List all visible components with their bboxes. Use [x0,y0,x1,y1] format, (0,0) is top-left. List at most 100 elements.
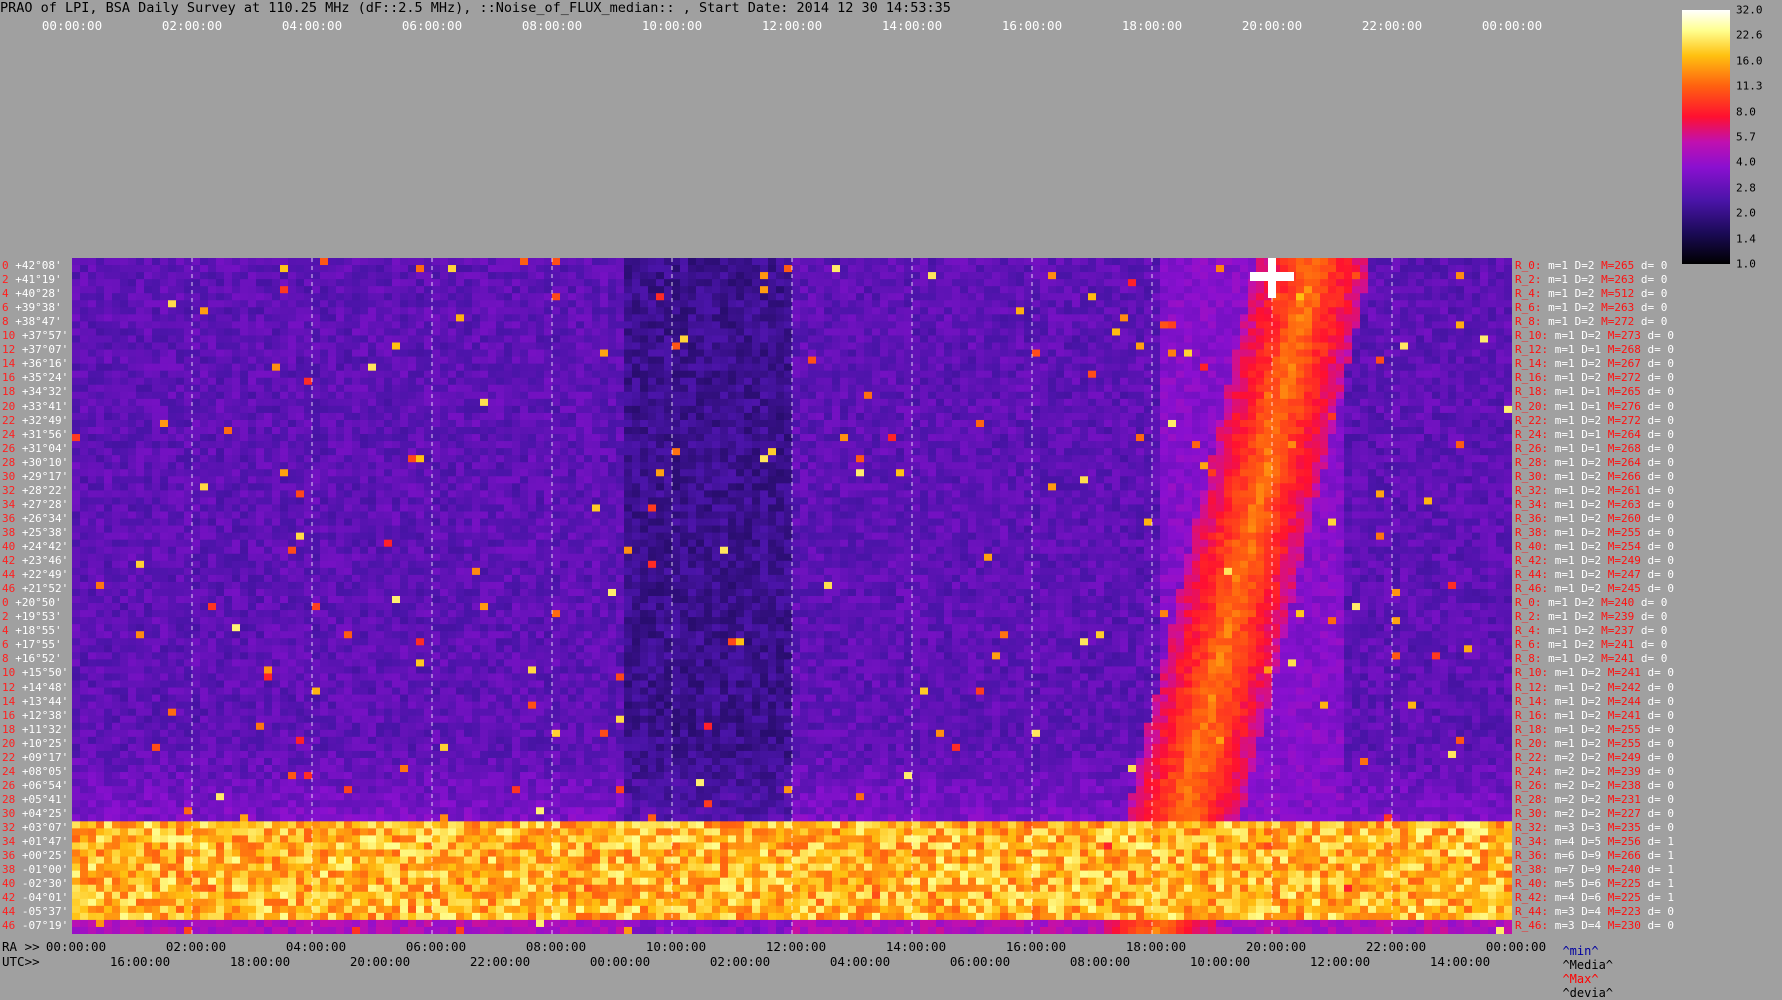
declination-value: +42°08' [15,259,61,272]
stat-max: M=240 [1601,863,1641,876]
stat-d: d= 0 [1634,315,1667,328]
declination-value: +09°17' [22,751,68,764]
row-index: 24 [2,428,15,441]
colorbar-tick-label: 4.0 [1736,156,1756,169]
stat-r: R_30: [1515,807,1548,820]
row-stat: R_34: m=1 D=2 M=263 d= 0 [1515,499,1674,510]
declination-label: 24 +08°05' [2,766,68,777]
stat-max: M=241 [1594,652,1634,665]
declination-label: 16 +12°38' [2,710,68,721]
ra-tick-label: 02:00:00 [166,939,226,954]
declination-label: 24 +31°56' [2,429,68,440]
top-axis-tick-label: 06:00:00 [402,18,462,33]
stat-max: M=240 [1594,596,1634,609]
stat-d: d= 0 [1641,919,1674,932]
stat-d: d= 1 [1641,849,1674,862]
stat-m: m=1 D=1 [1548,400,1601,413]
row-stat: R_8: m=1 D=2 M=272 d= 0 [1515,316,1667,327]
stat-d: d= 0 [1634,610,1667,623]
stat-m: m=1 D=1 [1548,385,1601,398]
declination-value: +28°22' [22,484,68,497]
stat-d: d= 0 [1641,807,1674,820]
row-stat: R_42: m=1 D=2 M=249 d= 0 [1515,555,1674,566]
row-stat: R_22: m=1 D=2 M=272 d= 0 [1515,415,1674,426]
ra-tick-label: 20:00:00 [1246,939,1306,954]
stat-d: d= 1 [1641,863,1674,876]
stat-d: d= 0 [1641,905,1674,918]
row-index: 22 [2,751,15,764]
row-index: 10 [2,329,15,342]
row-stat: R_16: m=1 D=2 M=272 d= 0 [1515,372,1674,383]
top-axis-tick-label: 08:00:00 [522,18,582,33]
row-stat: R_38: m=1 D=2 M=255 d= 0 [1515,527,1674,538]
row-index: 22 [2,414,15,427]
row-index: 4 [2,624,9,637]
row-stat: R_20: m=1 D=1 M=276 d= 0 [1515,401,1674,412]
ra-tick-label: 00:00:00 [1486,939,1546,954]
stat-r: R_26: [1515,779,1548,792]
declination-value: +19°53' [15,610,61,623]
row-index: 34 [2,498,15,511]
stat-d: d= 0 [1641,554,1674,567]
declination-label: 36 +00°25' [2,850,68,861]
stat-d: d= 0 [1641,540,1674,553]
declination-label: 40 +24°42' [2,541,68,552]
declination-label: 32 +03°07' [2,822,68,833]
row-stat: R_38: m=7 D=9 M=240 d= 1 [1515,864,1674,875]
row-index: 26 [2,442,15,455]
top-axis-tick-label: 10:00:00 [642,18,702,33]
utc-tick-label: 06:00:00 [950,954,1010,969]
row-stat: R_26: m=1 D=1 M=268 d= 0 [1515,443,1674,454]
utc-tick-label: 20:00:00 [350,954,410,969]
row-index: 34 [2,835,15,848]
row-stat: R_12: m=1 D=1 M=268 d= 0 [1515,344,1674,355]
stat-m: m=1 D=2 [1548,371,1601,384]
stat-m: m=2 D=2 [1548,807,1601,820]
declination-label: 10 +37°57' [2,330,68,341]
stat-max: M=249 [1601,751,1641,764]
declination-label: 42 +23°46' [2,555,68,566]
stat-m: m=1 D=2 [1548,526,1601,539]
ra-axis-label: RA >> [2,939,40,954]
declination-value: -02°30' [22,877,68,890]
stat-max: M=261 [1601,484,1641,497]
colorbar [1682,10,1730,264]
top-axis-tick-label: 02:00:00 [162,18,222,33]
row-index: 2 [2,610,9,623]
stat-legend: ^min^ ^Media^ ^Max^ ^devia^ [1548,930,1621,1000]
legend-median: ^Media^ [1562,958,1613,972]
stat-d: d= 0 [1641,343,1674,356]
row-stat: R_18: m=1 D=1 M=265 d= 0 [1515,386,1674,397]
stat-d: d= 0 [1634,259,1667,272]
declination-value: -01°00' [22,863,68,876]
row-index: 32 [2,484,15,497]
declination-label: 14 +13°44' [2,696,68,707]
stat-m: m=1 D=2 [1548,484,1601,497]
declination-value: +27°28' [22,498,68,511]
row-index: 4 [2,287,9,300]
declination-value: +01°47' [22,835,68,848]
colorbar-tick-label: 5.7 [1736,131,1756,144]
stat-d: d= 0 [1634,624,1667,637]
stat-m: m=1 D=2 [1548,512,1601,525]
stat-m: m=1 D=2 [1542,259,1595,272]
colorbar-tick-label: 1.0 [1736,258,1756,271]
row-index: 44 [2,568,15,581]
row-stat: R_22: m=2 D=2 M=249 d= 0 [1515,752,1674,763]
declination-value: +00°25' [22,849,68,862]
row-index: 12 [2,681,15,694]
stat-m: m=5 D=6 [1548,877,1601,890]
declination-label: 20 +33°41' [2,401,68,412]
stat-max: M=225 [1601,891,1641,904]
top-axis-tick-label: 16:00:00 [1002,18,1062,33]
stat-m: m=1 D=2 [1548,737,1601,750]
top-axis-tick-label: 20:00:00 [1242,18,1302,33]
row-index: 36 [2,512,15,525]
colorbar-tick-label: 2.0 [1736,207,1756,220]
stat-max: M=245 [1601,582,1641,595]
declination-value: +08°05' [22,765,68,778]
stat-d: d= 0 [1641,329,1674,342]
declination-label: 22 +32°49' [2,415,68,426]
declination-label: 30 +29°17' [2,471,68,482]
stat-max: M=265 [1594,259,1634,272]
